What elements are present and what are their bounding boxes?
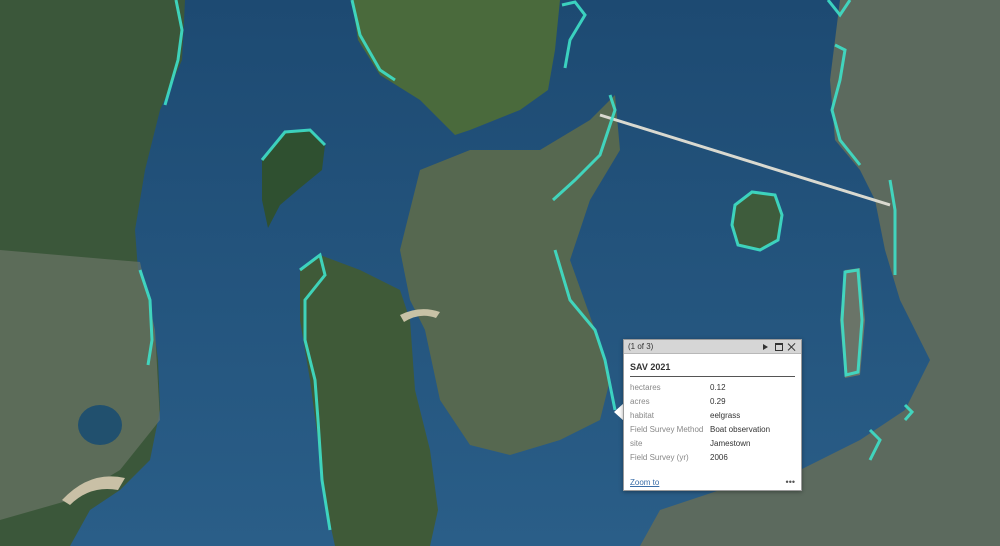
close-icon xyxy=(788,343,796,351)
next-feature-button[interactable] xyxy=(760,341,771,352)
attribute-value: Boat observation xyxy=(710,424,771,434)
play-icon xyxy=(763,343,768,350)
attribute-label: site xyxy=(630,438,643,448)
popup-title: SAV 2021 xyxy=(630,354,795,377)
attribute-row: Field Survey (yr) 2006 xyxy=(630,450,795,464)
pond xyxy=(78,405,122,445)
attribute-row: Field Survey Method Boat observation xyxy=(630,422,795,436)
attribute-label: acres xyxy=(630,396,650,406)
attribute-row: hectares 0.12 xyxy=(630,380,795,394)
maximize-icon xyxy=(774,342,783,351)
more-actions-button[interactable]: ••• xyxy=(786,477,795,487)
map-view[interactable] xyxy=(0,0,1000,546)
attribute-value: 2006 xyxy=(710,452,728,462)
popup-pager: (1 of 3) xyxy=(628,342,654,351)
attribute-value: 0.12 xyxy=(710,382,726,392)
attribute-row: site Jamestown xyxy=(630,436,795,450)
attribute-label: Field Survey Method xyxy=(630,424,704,434)
attribute-value: eelgrass xyxy=(710,410,741,420)
attribute-value: Jamestown xyxy=(710,438,751,448)
attribute-label: habitat xyxy=(630,410,655,420)
maximize-button[interactable] xyxy=(773,341,784,352)
attribute-row: acres 0.29 xyxy=(630,394,795,408)
zoom-to-link[interactable]: Zoom to xyxy=(630,478,659,487)
attribute-label: Field Survey (yr) xyxy=(630,452,689,462)
popup-footer: Zoom to ••• xyxy=(630,477,795,487)
feature-popup[interactable]: (1 of 3) SAV 2021 hectares 0.12 acres 0.… xyxy=(623,339,802,491)
close-button[interactable] xyxy=(786,341,797,352)
attribute-row: habitat eelgrass xyxy=(630,408,795,422)
popup-header: (1 of 3) xyxy=(624,340,801,354)
attribute-label: hectares xyxy=(630,382,661,392)
attribute-table: hectares 0.12 acres 0.29 habitat eelgras… xyxy=(630,380,795,464)
attribute-value: 0.29 xyxy=(710,396,726,406)
